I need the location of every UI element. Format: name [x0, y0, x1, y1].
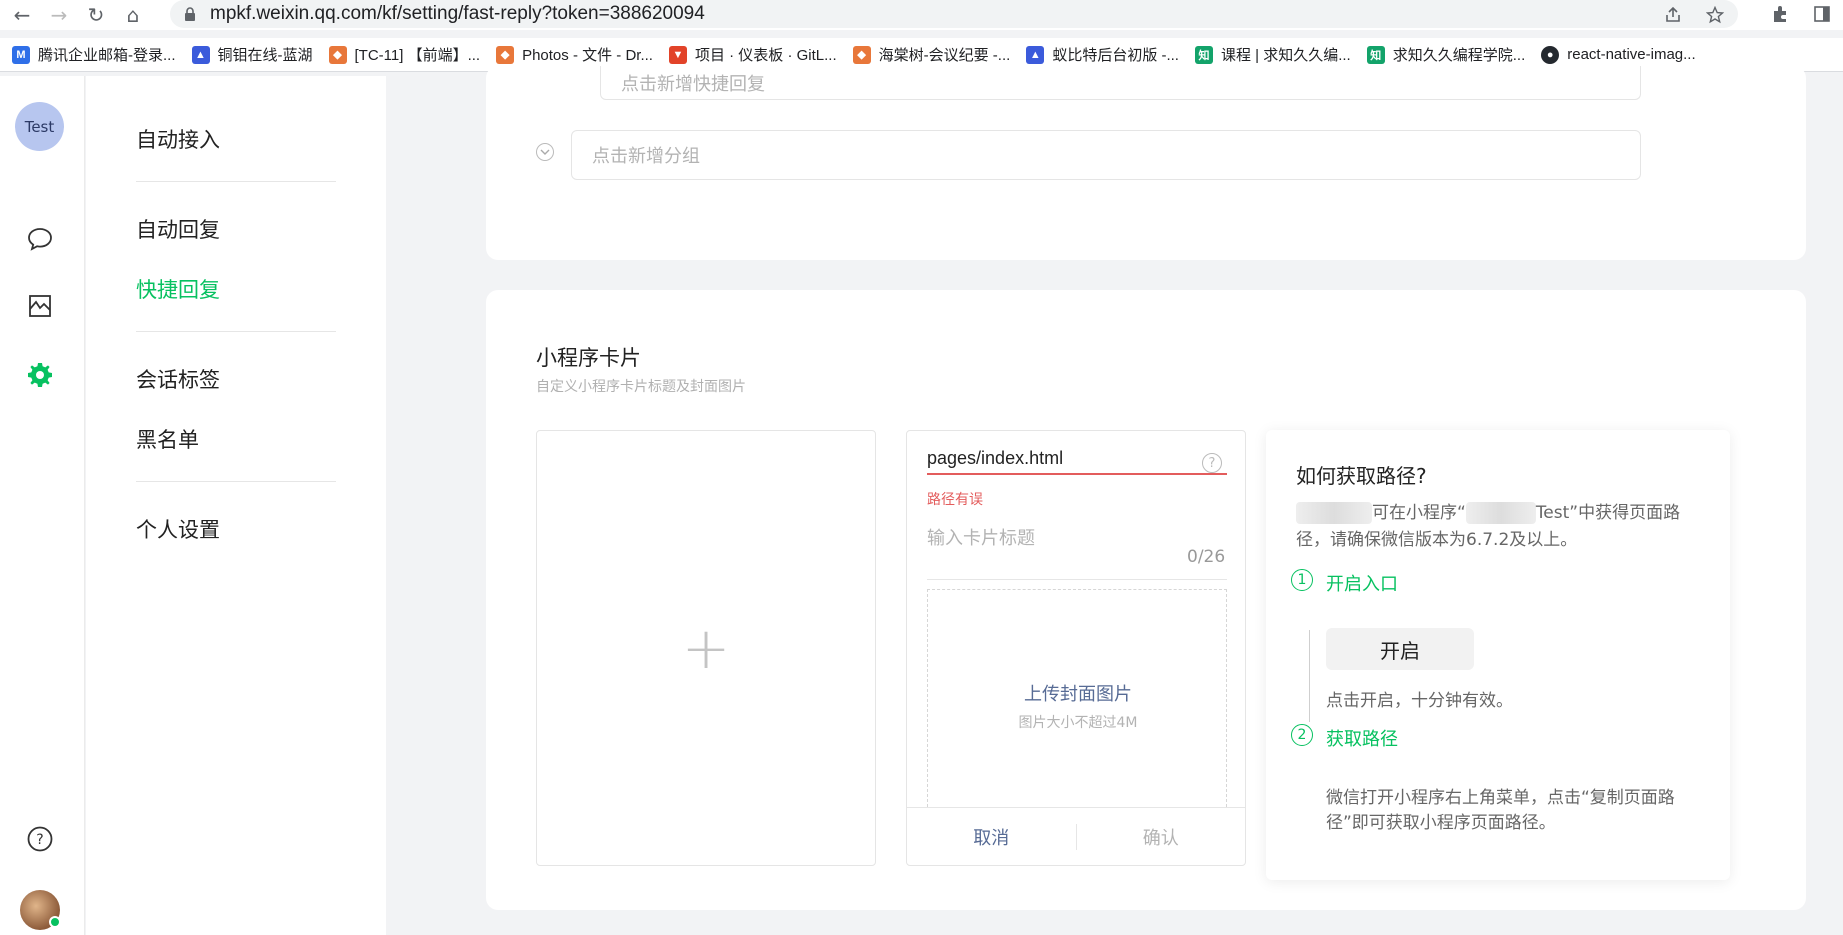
redacted-text	[1465, 502, 1536, 524]
analytics-icon[interactable]	[25, 291, 55, 321]
bookmark-label: 课程 | 求知久久编...	[1220, 47, 1351, 64]
bookmark-label: 腾讯企业邮箱-登录...	[38, 47, 176, 64]
menu-blacklist[interactable]: 黑名单	[136, 424, 199, 454]
step-1-label: 开启入口	[1326, 574, 1398, 595]
menu-divider	[136, 181, 336, 182]
open-entry-button[interactable]: 开启	[1326, 628, 1474, 670]
guide-title: 如何获取路径?	[1296, 464, 1427, 488]
bookmark-item[interactable]: ▼ 项目 · 仪表板 · GitL...	[668, 44, 837, 65]
bookmark-item[interactable]: ◆ Photos - 文件 - Dr...	[496, 44, 653, 65]
bookmark-label: 项目 · 仪表板 · GitL...	[694, 47, 837, 64]
open-entry-hint: 点击开启，十分钟有效。	[1326, 691, 1513, 711]
bookmark-icon: ◆	[496, 45, 515, 64]
share-icon[interactable]	[1662, 4, 1684, 26]
step-2-number: 2	[1291, 724, 1313, 746]
redacted-text	[1296, 502, 1372, 524]
card-preview-upload[interactable]: +	[536, 430, 876, 866]
plus-icon: +	[681, 614, 731, 682]
path-guide-popover: 如何获取路径? 可在小程序“ Test”中获得页面路径，请确保微信版本为6.7.2…	[1266, 430, 1730, 880]
step-2-description: 微信打开小程序右上角菜单，点击“复制页面路径”即可获取小程序页面路径。	[1326, 788, 1675, 833]
section-title: 小程序卡片	[536, 346, 641, 370]
bookmark-item[interactable]: M 腾讯企业邮箱-登录...	[12, 44, 176, 65]
bookmark-label: 海棠树-会议纪要 -...	[878, 47, 1011, 64]
step-1-number: 1	[1291, 569, 1313, 591]
add-group-field[interactable]: 点击新增分组	[571, 130, 1641, 180]
lock-icon	[185, 7, 195, 21]
quick-reply-groups-card: 点击新增快捷回复 点击新增分组	[486, 66, 1806, 260]
menu-divider	[136, 481, 336, 482]
bookmark-item[interactable]: ● react-native-imag...	[1541, 45, 1696, 64]
menu-auto-reply[interactable]: 自动回复	[136, 214, 220, 244]
help-icon[interactable]: ?	[1202, 453, 1222, 473]
forward-icon[interactable]: →	[44, 0, 74, 30]
online-status-dot	[49, 916, 61, 928]
bookmark-label: 求知久久编程学院...	[1392, 47, 1526, 64]
home-icon[interactable]: ⌂	[118, 0, 148, 30]
bookmark-icon: ▲	[191, 45, 210, 64]
step-connector	[1309, 630, 1310, 722]
form-actions: 取消 确认	[907, 807, 1245, 865]
input-underline	[927, 579, 1227, 580]
reload-icon[interactable]: ↻	[81, 0, 111, 30]
path-error-text: 路径有误	[927, 492, 983, 508]
gear-icon[interactable]	[25, 360, 55, 390]
cover-image-upload[interactable]: 上传封面图片 图片大小不超过4M	[927, 589, 1227, 807]
bookmark-item[interactable]: ▲ 蚁比特后台初版 -...	[1026, 44, 1179, 65]
browser-toolbar: ← → ↻ ⌂ mpkf.weixin.qq.com/kf/setting/fa…	[0, 0, 1843, 30]
account-avatar[interactable]: Test	[15, 102, 64, 151]
bookmark-item[interactable]: ▲ 铜钼在线-蓝湖	[191, 44, 313, 65]
step-2-label: 获取路径	[1326, 729, 1398, 750]
mail-icon: M	[12, 45, 30, 64]
add-quick-reply-field[interactable]: 点击新增快捷回复	[600, 66, 1641, 100]
menu-session-tags[interactable]: 会话标签	[136, 364, 220, 394]
zhi-icon: 知	[1366, 45, 1385, 64]
bookmark-item[interactable]: ◆ [TC-11] 【前端】...	[328, 44, 481, 65]
svg-text:?: ?	[36, 832, 43, 848]
url-text: mpkf.weixin.qq.com/kf/setting/fast-reply…	[210, 3, 705, 24]
menu-auto-accept[interactable]: 自动接入	[136, 124, 220, 154]
bookmark-label: Photos - 文件 - Dr...	[522, 47, 653, 64]
github-icon: ●	[1541, 45, 1560, 64]
main-content: 点击新增快捷回复 点击新增分组 小程序卡片 自定义小程序卡片标题及封面图片 + …	[386, 66, 1843, 935]
upload-cover-label: 上传封面图片	[1024, 684, 1132, 705]
bookmark-item[interactable]: 知求知久久编程学院...	[1366, 44, 1526, 65]
menu-quick-reply[interactable]: 快捷回复	[136, 274, 220, 304]
menu-divider	[136, 331, 336, 332]
app-container: Test ? 自动接入 自动回复 快捷回复 会话标签 黑名单 个人设置 点击新增…	[0, 66, 1843, 935]
extensions-icon[interactable]	[1769, 3, 1791, 25]
bookmark-icon: ◆	[852, 45, 871, 64]
bookmark-label: 铜钼在线-蓝湖	[217, 47, 313, 64]
nav-rail: Test ?	[0, 76, 85, 935]
bookmark-label: 蚁比特后台初版 -...	[1052, 47, 1179, 64]
chat-bubble-icon[interactable]	[25, 224, 55, 254]
bookmark-item[interactable]: ◆ 海棠树-会议纪要 -...	[852, 44, 1011, 65]
bookmark-icon: ◆	[328, 45, 347, 64]
section-subtitle: 自定义小程序卡片标题及封面图片	[536, 379, 746, 395]
gitlab-icon: ▼	[668, 45, 687, 64]
chevron-down-icon[interactable]	[536, 143, 554, 161]
menu-personal-settings[interactable]: 个人设置	[136, 514, 220, 544]
card-title-input[interactable]	[927, 519, 1227, 557]
char-counter: 0/26	[1187, 547, 1226, 567]
bookmark-icon: ▲	[1026, 45, 1045, 64]
mini-program-card-section: 小程序卡片 自定义小程序卡片标题及封面图片 + ? 路径有误 0/26 上传封面…	[486, 290, 1806, 910]
page-path-input[interactable]	[927, 443, 1227, 475]
bookmark-label: react-native-imag...	[1567, 46, 1696, 63]
card-form: ? 路径有误 0/26 上传封面图片 图片大小不超过4M 取消 确认	[906, 430, 1246, 866]
back-icon[interactable]: ←	[7, 0, 37, 30]
settings-submenu: 自动接入 自动回复 快捷回复 会话标签 黑名单 个人设置	[86, 76, 386, 935]
help-icon[interactable]: ?	[25, 824, 55, 854]
star-icon[interactable]	[1704, 4, 1726, 26]
zhi-icon: 知	[1194, 45, 1213, 64]
confirm-button[interactable]: 确认	[1077, 808, 1246, 865]
address-bar[interactable]: mpkf.weixin.qq.com/kf/setting/fast-reply…	[170, 0, 1738, 28]
bookmark-label: [TC-11] 【前端】...	[354, 47, 481, 64]
guide-desc-part: 可在小程序“	[1372, 503, 1466, 523]
side-panel-icon[interactable]	[1811, 3, 1833, 25]
cancel-button[interactable]: 取消	[907, 808, 1076, 865]
guide-description: 可在小程序“ Test”中获得页面路径，请确保微信版本为6.7.2及以上。	[1296, 500, 1706, 554]
bookmark-item[interactable]: 知课程 | 求知久久编...	[1194, 44, 1351, 65]
upload-size-hint: 图片大小不超过4M	[1018, 715, 1138, 731]
